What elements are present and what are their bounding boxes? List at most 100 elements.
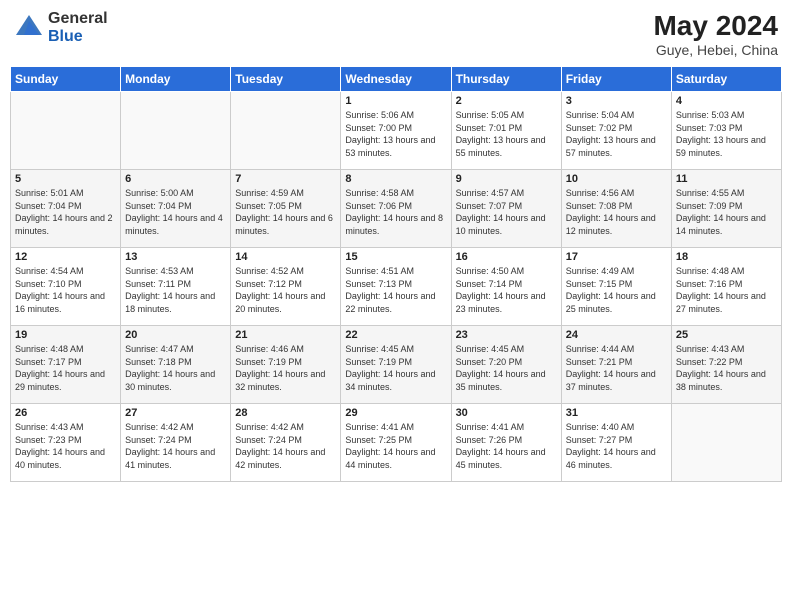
calendar-cell: 5 Sunrise: 5:01 AMSunset: 7:04 PMDaylight… [11, 170, 121, 248]
day-number: 13 [125, 251, 226, 263]
daylight-text: Daylight: 14 hours and 42 minutes. [235, 446, 336, 471]
day-info: Sunrise: 4:43 AMSunset: 7:23 PMDaylight:… [15, 421, 116, 471]
header-saturday: Saturday [671, 67, 781, 92]
sunrise-text: Sunrise: 4:46 AM [235, 343, 336, 356]
day-number: 5 [15, 173, 116, 185]
calendar-cell: 9Sunrise: 4:57 AMSunset: 7:07 PMDaylight… [451, 170, 561, 248]
daylight-text: Daylight: 14 hours and 14 minutes. [676, 212, 777, 237]
day-info: Sunrise: 4:42 AMSunset: 7:24 PMDaylight:… [125, 421, 226, 471]
sunrise-text: Sunrise: 4:55 AM [676, 187, 777, 200]
sunset-text: Sunset: 7:18 PM [125, 356, 226, 369]
sunrise-text: Sunrise: 4:48 AM [15, 343, 116, 356]
sunset-text: Sunset: 7:26 PM [456, 434, 557, 447]
daylight-text: Daylight: 14 hours and 22 minutes. [345, 290, 446, 315]
calendar-week-row-1: 1Sunrise: 5:06 AMSunset: 7:00 PMDaylight… [11, 92, 782, 170]
logo-text: General Blue [48, 10, 108, 45]
day-info: Sunrise: 4:53 AMSunset: 7:11 PMDaylight:… [125, 265, 226, 315]
sunrise-text: Sunrise: 4:48 AM [676, 265, 777, 278]
sunset-text: Sunset: 7:19 PM [345, 356, 446, 369]
calendar-cell: 30Sunrise: 4:41 AMSunset: 7:26 PMDayligh… [451, 404, 561, 482]
day-info: Sunrise: 4:45 AMSunset: 7:20 PMDaylight:… [456, 343, 557, 393]
sunrise-text: Sunrise: 4:54 AM [15, 265, 116, 278]
sunset-text: Sunset: 7:15 PM [566, 278, 667, 291]
sunset-text: Sunset: 7:22 PM [676, 356, 777, 369]
sunset-text: Sunset: 7:04 PM [15, 200, 116, 213]
header-friday: Friday [561, 67, 671, 92]
sunrise-text: Sunrise: 4:58 AM [345, 187, 446, 200]
calendar-cell: 1Sunrise: 5:06 AMSunset: 7:00 PMDaylight… [341, 92, 451, 170]
sunset-text: Sunset: 7:13 PM [345, 278, 446, 291]
sunrise-text: Sunrise: 5:00 AM [125, 187, 226, 200]
sunset-text: Sunset: 7:23 PM [15, 434, 116, 447]
daylight-text: Daylight: 14 hours and 37 minutes. [566, 368, 667, 393]
header: General Blue May 2024 Guye, Hebei, China [10, 10, 782, 58]
calendar-cell: 19Sunrise: 4:48 AMSunset: 7:17 PMDayligh… [11, 326, 121, 404]
calendar-cell: 10Sunrise: 4:56 AMSunset: 7:08 PMDayligh… [561, 170, 671, 248]
location: Guye, Hebei, China [653, 42, 778, 58]
day-info: Sunrise: 4:44 AMSunset: 7:21 PMDaylight:… [566, 343, 667, 393]
day-info: Sunrise: 4:54 AMSunset: 7:10 PMDaylight:… [15, 265, 116, 315]
sunrise-text: Sunrise: 4:53 AM [125, 265, 226, 278]
calendar-week-row-2: 5Sunrise: 5:01 AMSunset: 7:04 PMDaylight… [11, 170, 782, 248]
calendar-cell: 17Sunrise: 4:49 AMSunset: 7:15 PMDayligh… [561, 248, 671, 326]
day-info: Sunrise: 4:59 AMSunset: 7:05 PMDaylight:… [235, 187, 336, 237]
day-number: 20 [125, 329, 226, 341]
sunrise-text: Sunrise: 4:42 AM [125, 421, 226, 434]
calendar-cell: 18Sunrise: 4:48 AMSunset: 7:16 PMDayligh… [671, 248, 781, 326]
day-info: Sunrise: 4:55 AMSunset: 7:09 PMDaylight:… [676, 187, 777, 237]
sunset-text: Sunset: 7:17 PM [15, 356, 116, 369]
day-number: 29 [345, 407, 446, 419]
day-number: 23 [456, 329, 557, 341]
header-wednesday: Wednesday [341, 67, 451, 92]
header-sunday: Sunday [11, 67, 121, 92]
calendar-cell: 11Sunrise: 4:55 AMSunset: 7:09 PMDayligh… [671, 170, 781, 248]
daylight-text: Daylight: 14 hours and 2 minutes. [15, 212, 116, 237]
sunset-text: Sunset: 7:06 PM [345, 200, 446, 213]
day-number: 17 [566, 251, 667, 263]
day-info: Sunrise: 4:42 AMSunset: 7:24 PMDaylight:… [235, 421, 336, 471]
calendar-cell: 28Sunrise: 4:42 AMSunset: 7:24 PMDayligh… [231, 404, 341, 482]
daylight-text: Daylight: 13 hours and 59 minutes. [676, 134, 777, 159]
day-info: Sunrise: 4:41 AMSunset: 7:26 PMDaylight:… [456, 421, 557, 471]
day-number: 9 [456, 173, 557, 185]
daylight-text: Daylight: 14 hours and 18 minutes. [125, 290, 226, 315]
day-number: 10 [566, 173, 667, 185]
calendar-cell: 24Sunrise: 4:44 AMSunset: 7:21 PMDayligh… [561, 326, 671, 404]
sunset-text: Sunset: 7:21 PM [566, 356, 667, 369]
sunrise-text: Sunrise: 4:40 AM [566, 421, 667, 434]
day-info: Sunrise: 5:03 AMSunset: 7:03 PMDaylight:… [676, 109, 777, 159]
day-info: Sunrise: 5:00 AMSunset: 7:04 PMDaylight:… [125, 187, 226, 237]
sunrise-text: Sunrise: 4:47 AM [125, 343, 226, 356]
sunset-text: Sunset: 7:14 PM [456, 278, 557, 291]
sunrise-text: Sunrise: 5:04 AM [566, 109, 667, 122]
sunrise-text: Sunrise: 5:03 AM [676, 109, 777, 122]
header-thursday: Thursday [451, 67, 561, 92]
sunrise-text: Sunrise: 4:43 AM [676, 343, 777, 356]
daylight-text: Daylight: 13 hours and 53 minutes. [345, 134, 446, 159]
calendar-cell: 7Sunrise: 4:59 AMSunset: 7:05 PMDaylight… [231, 170, 341, 248]
day-number: 14 [235, 251, 336, 263]
header-tuesday: Tuesday [231, 67, 341, 92]
daylight-text: Daylight: 14 hours and 41 minutes. [125, 446, 226, 471]
sunrise-text: Sunrise: 4:43 AM [15, 421, 116, 434]
daylight-text: Daylight: 14 hours and 23 minutes. [456, 290, 557, 315]
day-number: 18 [676, 251, 777, 263]
sunset-text: Sunset: 7:07 PM [456, 200, 557, 213]
calendar-cell: 13 Sunrise: 4:53 AMSunset: 7:11 PMDayligh… [121, 248, 231, 326]
sunset-text: Sunset: 7:03 PM [676, 122, 777, 135]
day-number: 4 [676, 95, 777, 107]
calendar-cell: 29Sunrise: 4:41 AMSunset: 7:25 PMDayligh… [341, 404, 451, 482]
calendar-cell [11, 92, 121, 170]
day-info: Sunrise: 4:51 AMSunset: 7:13 PMDaylight:… [345, 265, 446, 315]
calendar-week-row-3: 12 Sunrise: 4:54 AMSunset: 7:10 PMDayligh… [11, 248, 782, 326]
day-number: 12 [15, 251, 116, 263]
calendar-cell: 4 Sunrise: 5:03 AMSunset: 7:03 PMDaylight… [671, 92, 781, 170]
sunset-text: Sunset: 7:08 PM [566, 200, 667, 213]
sunrise-text: Sunrise: 5:01 AM [15, 187, 116, 200]
daylight-text: Daylight: 14 hours and 44 minutes. [345, 446, 446, 471]
sunrise-text: Sunrise: 4:42 AM [235, 421, 336, 434]
day-info: Sunrise: 4:52 AMSunset: 7:12 PMDaylight:… [235, 265, 336, 315]
calendar-cell: 31Sunrise: 4:40 AMSunset: 7:27 PMDayligh… [561, 404, 671, 482]
logo: General Blue [14, 10, 108, 45]
header-monday: Monday [121, 67, 231, 92]
